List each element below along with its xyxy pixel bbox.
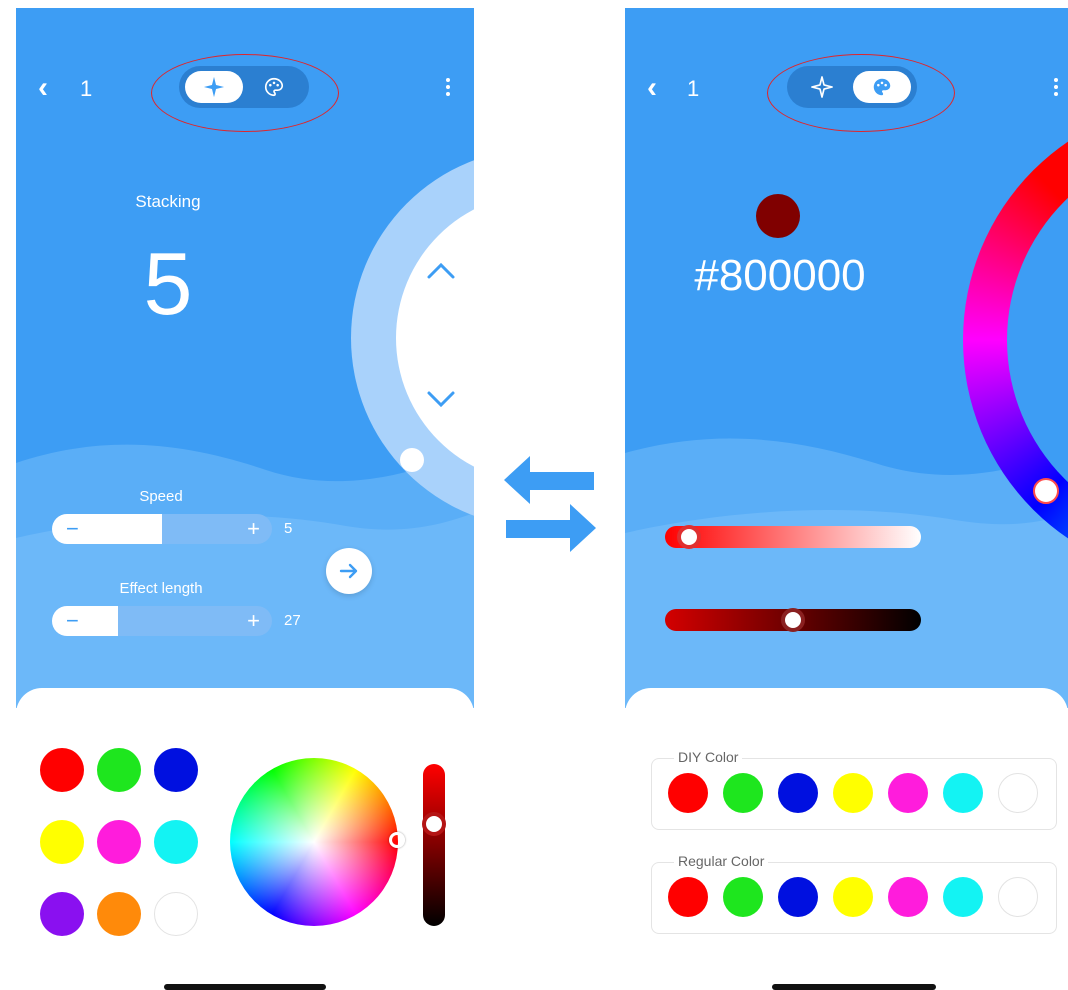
page-number: 1 <box>687 76 700 101</box>
current-color-preview <box>756 194 800 238</box>
effect-length-slider-fill <box>52 606 118 636</box>
chevron-down-icon[interactable] <box>426 390 456 410</box>
color-swatch[interactable] <box>778 773 818 813</box>
color-swatch[interactable] <box>943 773 983 813</box>
phone-screen-effects: ‹ 1 Stacking 5 Speed − + 5 Effect length… <box>16 8 474 990</box>
swap-arrows-icon <box>504 456 596 552</box>
speed-decrease-button[interactable]: − <box>66 516 79 542</box>
color-swatch[interactable] <box>40 820 84 864</box>
mode-toggle[interactable] <box>179 66 309 108</box>
phone-screen-color: ‹ 1 #800000 DIY Color Regular Color <box>625 8 1068 990</box>
palette-icon <box>265 77 284 97</box>
home-indicator <box>164 984 326 990</box>
color-swatch[interactable] <box>154 820 198 864</box>
effects-mode-tab[interactable] <box>793 71 851 103</box>
color-sheet: DIY Color Regular Color <box>625 688 1068 990</box>
effect-length-slider[interactable]: − + <box>52 606 272 636</box>
color-swatch[interactable] <box>97 820 141 864</box>
color-panel: ‹ 1 #800000 <box>625 8 1068 708</box>
saturation-slider[interactable] <box>665 526 921 548</box>
sparkle-icon <box>203 76 225 98</box>
color-swatch[interactable] <box>723 877 763 917</box>
background-wave <box>16 160 474 708</box>
color-swatch[interactable] <box>888 877 928 917</box>
speed-slider[interactable]: − + <box>52 514 272 544</box>
color-swatch[interactable] <box>668 877 708 917</box>
back-button[interactable]: ‹ <box>38 70 48 106</box>
brightness-slider[interactable] <box>423 764 445 926</box>
hue-ring-knob[interactable] <box>1033 478 1059 504</box>
color-swatch[interactable] <box>40 748 84 792</box>
effect-panel: ‹ 1 Stacking 5 Speed − + 5 Effect length… <box>16 8 474 708</box>
next-effect-button[interactable] <box>326 548 372 594</box>
hex-value: #800000 <box>694 251 866 300</box>
page-number: 1 <box>80 76 93 101</box>
color-swatch[interactable] <box>40 892 84 936</box>
color-sheet <box>16 688 474 990</box>
more-options-button[interactable] <box>1053 78 1059 99</box>
mode-toggle[interactable] <box>787 66 917 108</box>
speed-increase-button[interactable]: + <box>247 516 260 542</box>
back-button[interactable]: ‹ <box>647 70 657 106</box>
saturation-slider-knob[interactable] <box>676 525 701 549</box>
more-options-button[interactable] <box>445 78 451 99</box>
arrow-right-icon <box>339 563 358 579</box>
color-swatch[interactable] <box>154 892 198 936</box>
regular-color-title: Regular Color <box>674 853 769 869</box>
chevron-up-icon[interactable] <box>426 260 456 280</box>
color-swatch[interactable] <box>833 877 873 917</box>
color-mode-tab[interactable] <box>853 71 911 103</box>
effect-length-increase-button[interactable]: + <box>247 608 260 634</box>
color-swatch[interactable] <box>833 773 873 813</box>
speed-label: Speed <box>139 488 183 505</box>
color-swatch[interactable] <box>154 748 198 792</box>
brightness-slider-knob[interactable] <box>781 608 805 632</box>
effect-length-decrease-button[interactable]: − <box>66 608 79 634</box>
regular-color-group: Regular Color <box>651 853 1057 934</box>
palette-icon <box>873 78 891 96</box>
color-swatch[interactable] <box>668 773 708 813</box>
color-wheel-cursor[interactable] <box>389 832 405 848</box>
color-swatch[interactable] <box>723 773 763 813</box>
diy-color-group: DIY Color <box>651 749 1057 830</box>
effect-length-value: 27 <box>284 612 301 629</box>
effect-name: Stacking <box>135 192 201 211</box>
color-swatch[interactable] <box>97 748 141 792</box>
effect-length-label: Effect length <box>119 580 203 597</box>
effect-value: 5 <box>143 234 193 333</box>
dial-knob[interactable] <box>400 448 424 472</box>
speed-value: 5 <box>284 520 293 537</box>
color-mode-tab[interactable] <box>245 71 303 103</box>
effects-mode-tab[interactable] <box>185 71 243 103</box>
color-swatch[interactable] <box>998 877 1038 917</box>
color-wheel[interactable] <box>230 758 398 926</box>
diy-color-title: DIY Color <box>674 749 743 765</box>
sparkle-icon <box>811 76 833 98</box>
color-swatch[interactable] <box>943 877 983 917</box>
color-swatch[interactable] <box>888 773 928 813</box>
color-swatch[interactable] <box>998 773 1038 813</box>
home-indicator <box>772 984 936 990</box>
color-swatch[interactable] <box>778 877 818 917</box>
color-swatch[interactable] <box>97 892 141 936</box>
